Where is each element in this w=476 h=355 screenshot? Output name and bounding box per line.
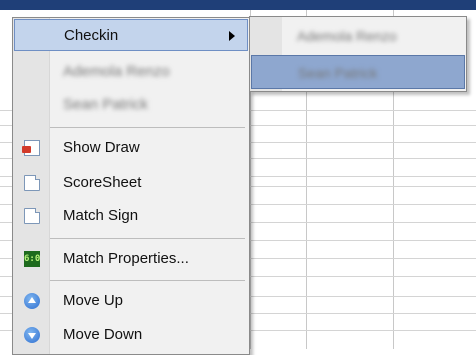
menu-item-player-2[interactable]: Sean Patrick <box>14 89 248 121</box>
scoreboard-icon: 6:0 <box>24 251 40 267</box>
submenu-item-label: Ademola Renzo <box>297 28 397 44</box>
menu-separator <box>50 127 245 128</box>
menu-item-checkin[interactable]: Checkin <box>14 19 248 51</box>
menu-item-label: ScoreSheet <box>63 174 142 191</box>
menu-item-move-down[interactable]: Move Down <box>14 319 248 351</box>
menu-item-player-1[interactable]: Ademola Renzo <box>14 56 248 88</box>
document-icon <box>24 208 40 224</box>
menu-item-label: Match Sign <box>63 207 139 224</box>
menu-item-label: Show Draw <box>63 139 140 156</box>
menu-item-match-properties[interactable]: 6:0 Match Properties... <box>14 243 248 275</box>
menu-item-label: Move Down <box>63 326 143 343</box>
context-menu: Checkin Ademola Renzo Sean Patrick Show … <box>12 17 250 355</box>
document-icon <box>24 175 40 191</box>
menu-separator <box>50 238 245 239</box>
arrow-up-circle-icon <box>24 293 40 309</box>
menu-separator <box>50 280 245 281</box>
submenu-item-player-1[interactable]: Ademola Renzo <box>251 19 465 53</box>
menu-item-match-sign[interactable]: Match Sign <box>14 200 248 232</box>
menu-item-move-up[interactable]: Move Up <box>14 285 248 317</box>
menu-item-label: Move Up <box>63 292 124 309</box>
menu-item-scoresheet[interactable]: ScoreSheet <box>14 167 248 199</box>
menu-item-label: Sean Patrick <box>63 96 149 113</box>
triangle-right-icon <box>229 31 235 41</box>
menu-item-label: Match Properties... <box>63 250 189 267</box>
checkin-submenu: Ademola Renzo Sean Patrick <box>249 16 467 92</box>
menu-item-label: Ademola Renzo <box>63 63 170 80</box>
draw-icon <box>22 140 40 156</box>
header-strip <box>0 0 476 10</box>
submenu-item-player-2[interactable]: Sean Patrick <box>251 55 465 89</box>
submenu-item-label: Sean Patrick <box>298 65 378 81</box>
menu-item-show-draw[interactable]: Show Draw <box>14 132 248 164</box>
arrow-down-circle-icon <box>24 327 40 343</box>
menu-item-label: Checkin <box>64 27 119 44</box>
